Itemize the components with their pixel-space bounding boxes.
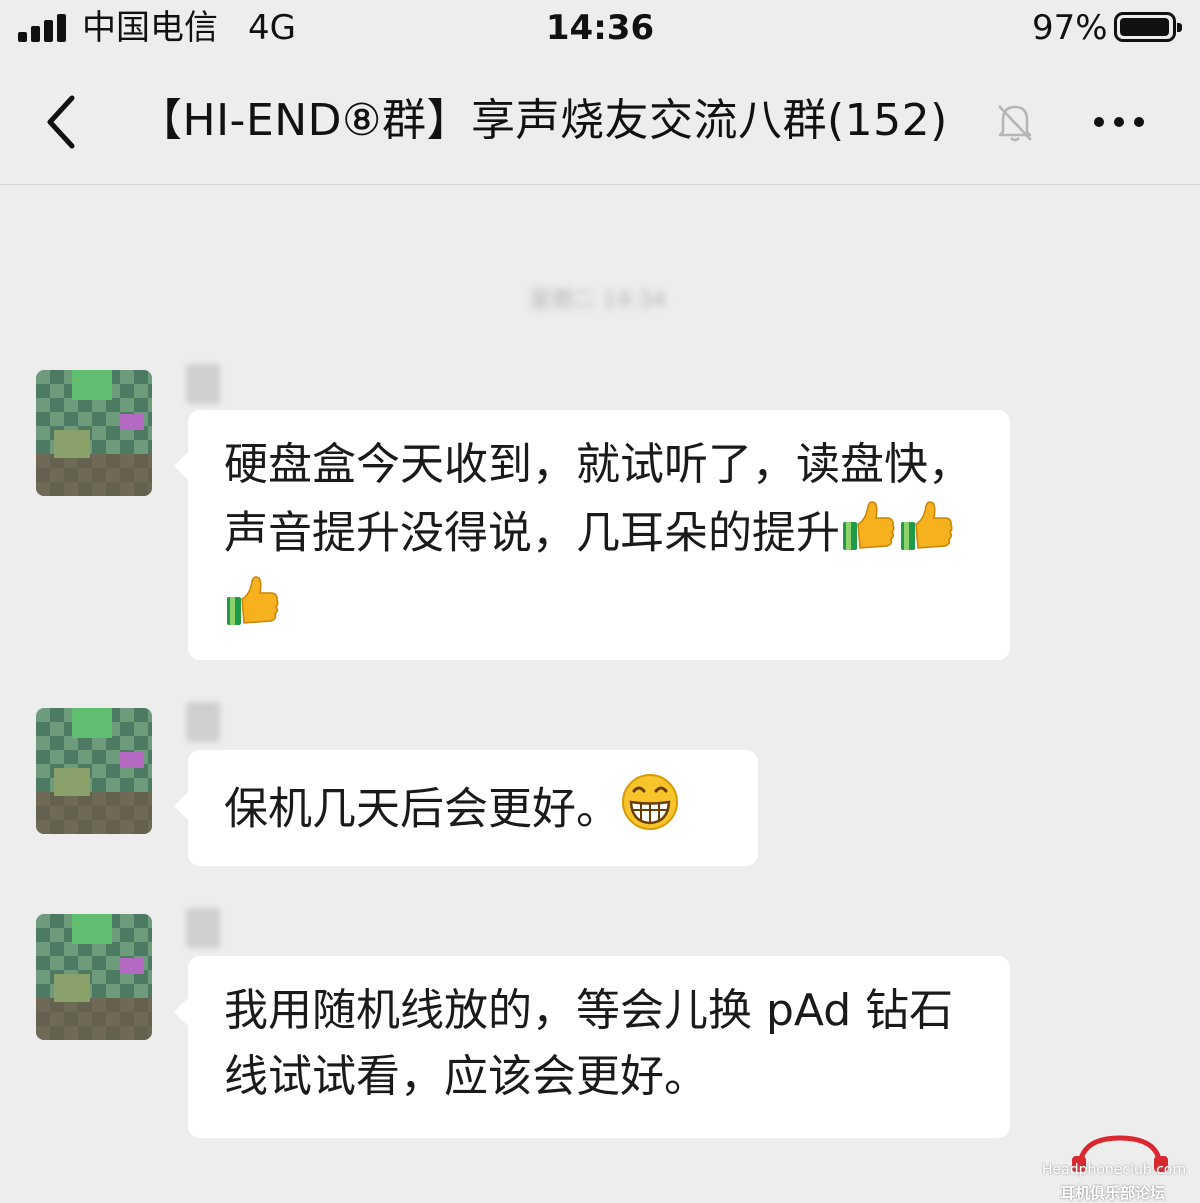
chat-title: 【HI-END⑧群】享声烧友交流八群(152) xyxy=(138,95,948,146)
chevron-left-icon xyxy=(47,95,75,149)
sender-name: 某 xyxy=(186,364,220,404)
message-bubble[interactable]: 保机几天后会更好。 xyxy=(174,750,758,866)
sender-avatar[interactable] xyxy=(36,914,152,1040)
status-time: 14:36 xyxy=(545,8,655,48)
message-text: 我用随机线放的，等会儿换 pAd 钻石线试试看，应该会更好。 xyxy=(224,985,954,1102)
message-bubble[interactable]: 我用随机线放的，等会儿换 pAd 钻石线试试看，应该会更好。 xyxy=(174,956,1010,1138)
thumbs-up-icon xyxy=(224,573,282,648)
sender-name: 某 xyxy=(186,702,220,742)
thumbs-up-icon xyxy=(840,498,898,573)
message-bubble[interactable]: 硬盘盒今天收到，就试听了，读盘快，声音提升没得说，几耳朵的提升 xyxy=(174,410,1010,660)
more-options-button[interactable] xyxy=(1082,100,1156,144)
thumbs-up-icon xyxy=(898,498,956,573)
grin-emoji-icon xyxy=(620,772,680,851)
bell-muted-icon xyxy=(994,100,1036,144)
battery-icon xyxy=(1114,12,1182,42)
sender-avatar[interactable] xyxy=(36,708,152,834)
battery-percentage: 97% xyxy=(1032,8,1108,48)
chat-header: 【HI-END⑧群】享声烧友交流八群(152) xyxy=(0,60,1200,185)
back-button[interactable] xyxy=(38,90,94,154)
sender-name: 某 xyxy=(186,908,220,948)
watermark: Headphoneclub.com 耳机俱乐部论坛 xyxy=(1040,1134,1200,1203)
message-text: 保机几天后会更好。 xyxy=(224,783,620,835)
time-divider: 星期二 14:34 xyxy=(529,288,667,313)
ellipsis-icon xyxy=(1094,117,1104,127)
sender-avatar[interactable] xyxy=(36,370,152,496)
status-bar: 中国电信 4G 14:36 97% xyxy=(0,0,1200,60)
watermark-forum-name: 耳机俱乐部论坛 xyxy=(1060,1184,1166,1202)
watermark-site: Headphoneclub.com xyxy=(1042,1162,1187,1178)
